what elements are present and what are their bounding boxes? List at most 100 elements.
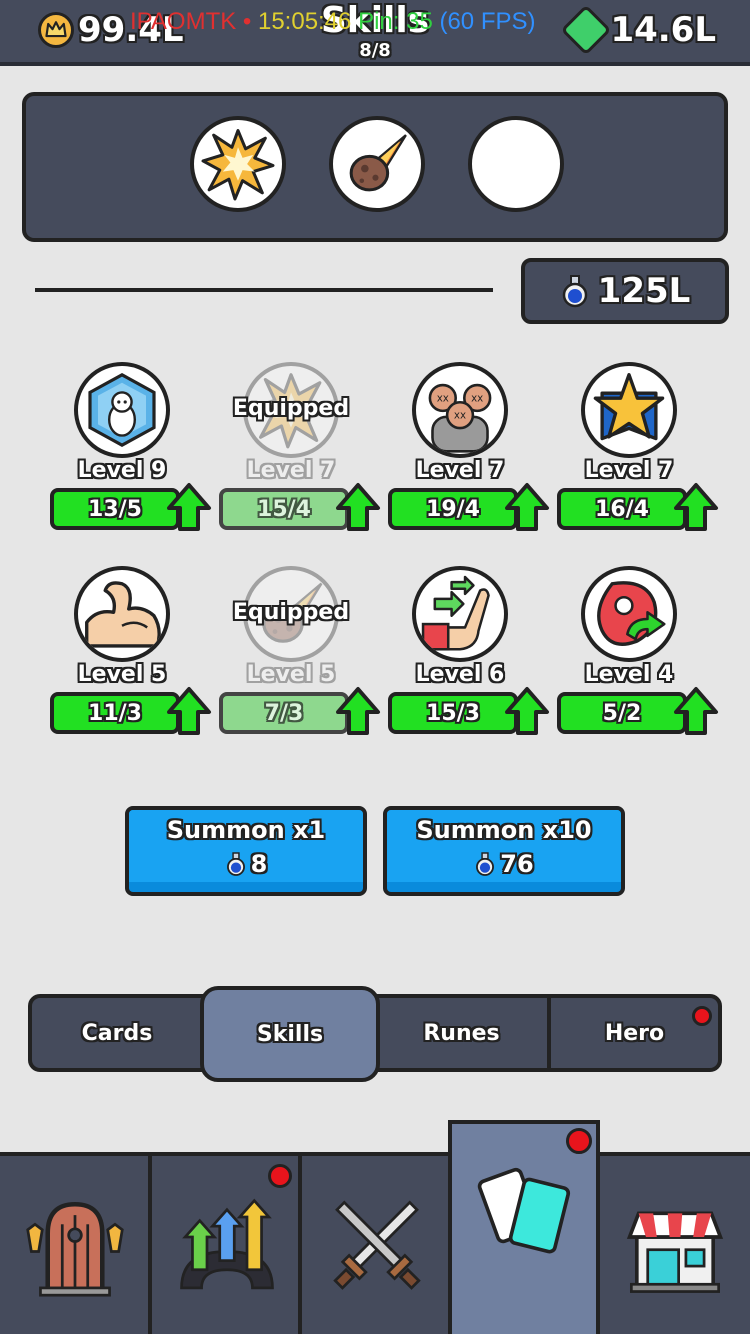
debug-fps: (60 FPS): [439, 8, 536, 35]
summon-x1-button[interactable]: Summon x1 8: [125, 806, 367, 896]
cards-icon: [469, 1161, 579, 1261]
skill-progress-bar: 5/2: [557, 692, 687, 734]
summon-label: Summon x10: [416, 816, 592, 844]
debug-id: IPAOMTK: [130, 8, 237, 35]
skill-card-hand-arrows[interactable]: Level 6 15/3: [388, 566, 548, 746]
potion-icon: [225, 851, 247, 877]
summon-cost: 76: [387, 850, 621, 878]
skill-icon: [74, 362, 170, 458]
skill-progress: 11/3: [88, 700, 142, 726]
skill-level: Level 7: [415, 458, 505, 483]
tab-runes[interactable]: Runes: [376, 998, 547, 1068]
skill-card-zombies[interactable]: Level 7 19/4: [388, 362, 548, 542]
skill-icon: [581, 362, 677, 458]
explosion-icon: [200, 126, 276, 202]
gem-amount: 14.6L: [610, 10, 716, 50]
skill-level: Level 7: [246, 458, 336, 483]
skill-progress-bar: 16/4: [557, 488, 687, 530]
tab-label: Skills: [256, 1021, 324, 1047]
tab-cards[interactable]: Cards: [32, 998, 202, 1068]
skill-progress: 7/3: [264, 700, 304, 726]
skill-progress: 15/3: [426, 700, 480, 726]
summon-cost: 8: [129, 850, 363, 878]
skill-progress-bar: 15/3: [388, 692, 518, 734]
debug-separator: •: [242, 8, 252, 35]
shop-icon: [620, 1197, 730, 1297]
skill-level: Level 5: [77, 662, 167, 687]
potion-icon: [560, 274, 590, 308]
debug-time: 15:05:46: [257, 8, 352, 35]
equipped-slot-3-empty[interactable]: [468, 116, 564, 212]
skill-card-star-shield[interactable]: Level 7 16/4: [557, 362, 717, 542]
skill-progress-bar: 7/3: [219, 692, 349, 734]
meteor-icon: [339, 126, 415, 202]
equipped-label: Equipped: [232, 600, 350, 625]
upgrade-arrow-icon[interactable]: [504, 686, 550, 736]
skill-progress: 19/4: [426, 496, 480, 522]
skill-progress: 5/2: [602, 700, 642, 726]
skill-level: Level 6: [415, 662, 505, 687]
skill-level: Level 4: [584, 662, 674, 687]
equipped-label: Equipped: [232, 396, 350, 421]
meat-heal-icon: [587, 572, 671, 656]
upgrade-arrows-icon: [172, 1197, 282, 1297]
skill-level: Level 5: [246, 662, 336, 687]
equipped-slot-2[interactable]: [329, 116, 425, 212]
skill-progress-bar: 11/3: [50, 692, 180, 734]
gem-icon: [560, 4, 612, 56]
collection-tabs: Cards Runes Hero Skills: [28, 986, 722, 1082]
tab-skills[interactable]: Skills: [200, 986, 380, 1082]
upgrade-arrow-icon[interactable]: [166, 482, 212, 532]
summon-cost-value: 8: [250, 850, 268, 878]
upgrade-arrow-icon[interactable]: [673, 482, 719, 532]
upgrade-arrow-icon[interactable]: [335, 686, 381, 736]
skill-card-ice[interactable]: Level 9 13/5: [50, 362, 210, 542]
hand-arrows-icon: [418, 572, 502, 656]
debug-overlay: IPAOMTK • 15:05:46 Pin: 35 (60 FPS): [130, 8, 536, 36]
cards-badge: [566, 1128, 592, 1154]
skill-icon: [412, 566, 508, 662]
zombies-icon: [417, 367, 503, 453]
skill-progress: 13/5: [88, 496, 142, 522]
nav-shop[interactable]: [600, 1156, 750, 1334]
skill-icon: [581, 566, 677, 662]
upgrade-arrow-icon[interactable]: [166, 686, 212, 736]
debug-ping: Pin: 35: [358, 8, 433, 35]
nav-dungeon[interactable]: [0, 1156, 150, 1334]
potion-amount: 125L: [597, 271, 691, 311]
summon-cost-value: 76: [500, 850, 534, 878]
star-shield-icon: [587, 368, 671, 452]
upgrade-arrow-icon[interactable]: [504, 482, 550, 532]
skill-level: Level 7: [584, 458, 674, 483]
skill-progress-bar: 19/4: [388, 488, 518, 530]
skill-level: Level 9: [77, 458, 167, 483]
gem-currency: 14.6L: [560, 4, 716, 56]
skill-card-muscle[interactable]: Level 5 11/3: [50, 566, 210, 746]
summon-x10-button[interactable]: Summon x10 76: [383, 806, 625, 896]
nav-battle[interactable]: [302, 1156, 452, 1334]
upgrade-arrow-icon[interactable]: [673, 686, 719, 736]
tab-label: Runes: [423, 1020, 500, 1046]
crossed-swords-icon: [322, 1197, 432, 1297]
equipped-skills-panel: [22, 92, 728, 242]
skill-progress: 15/4: [257, 496, 311, 522]
ice-block-icon: [82, 370, 162, 450]
tab-label: Hero: [604, 1020, 665, 1046]
skill-card-meteor[interactable]: Equipped Level 5 7/3: [219, 566, 379, 746]
upgrades-badge: [268, 1164, 292, 1188]
potion-icon: [474, 851, 496, 877]
upgrade-arrow-icon[interactable]: [335, 482, 381, 532]
hero-badge: [692, 1006, 712, 1026]
summon-label: Summon x1: [166, 816, 326, 844]
bottom-navigation: [0, 1120, 750, 1334]
tab-hero[interactable]: Hero: [551, 998, 718, 1068]
skill-progress: 16/4: [595, 496, 649, 522]
skill-icon: [74, 566, 170, 662]
tab-label: Cards: [81, 1020, 153, 1046]
skill-card-explosion[interactable]: Equipped Level 7 15/4: [219, 362, 379, 542]
muscle-arm-icon: [80, 572, 164, 656]
skill-card-meat-heal[interactable]: Level 4 5/2: [557, 566, 717, 746]
equipped-slot-1[interactable]: [190, 116, 286, 212]
skill-progress-bar: 15/4: [219, 488, 349, 530]
door-icon: [20, 1197, 130, 1297]
